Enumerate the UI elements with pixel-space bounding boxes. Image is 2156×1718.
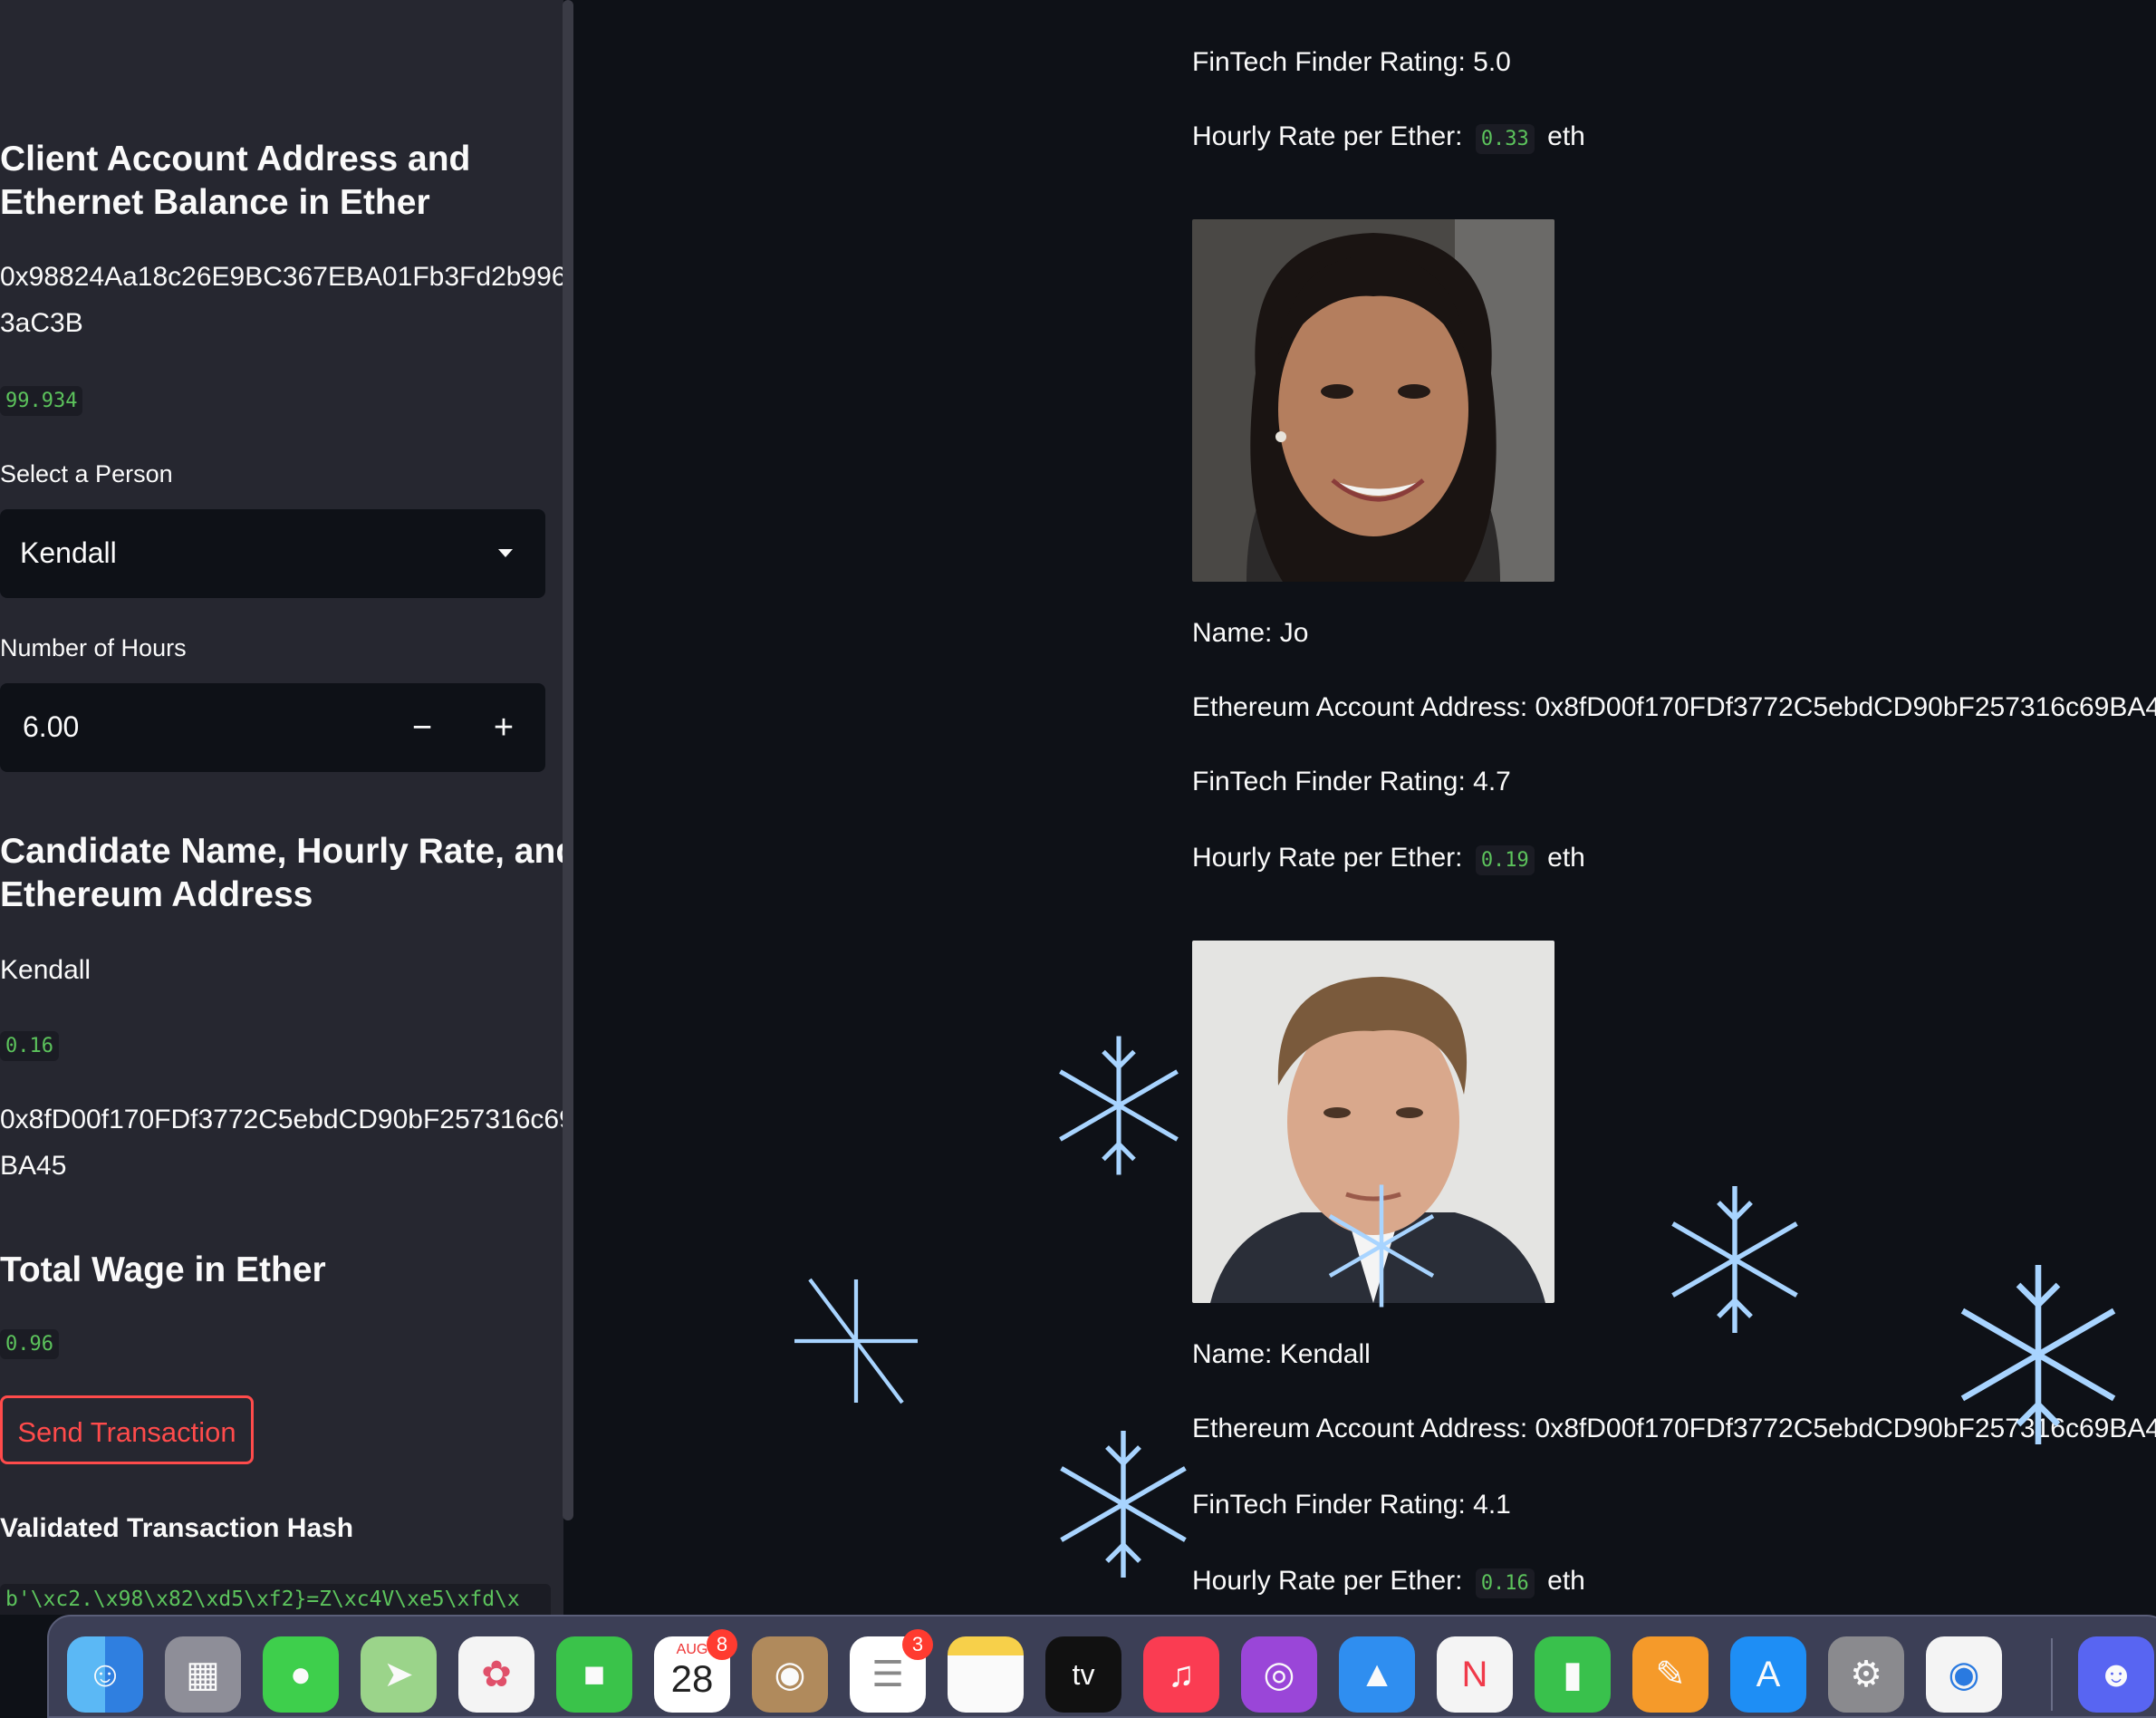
finder-icon[interactable]: ☺ — [67, 1636, 143, 1713]
rating-text: FinTech Finder Rating: 4.7 — [1192, 767, 1511, 796]
calendar-badge: 8 — [707, 1629, 737, 1660]
rate-label: Hourly Rate per Ether: — [1192, 121, 1463, 151]
rate-label: Hourly Rate per Ether: — [1192, 1566, 1463, 1596]
candidate-name-text: Name: Jo — [1192, 618, 1309, 648]
chrome-icon[interactable]: ◉ — [1926, 1636, 2002, 1713]
snowflake-icon — [794, 1278, 918, 1404]
reminders-icon[interactable]: ☰ 3 — [850, 1629, 933, 1713]
maps-icon[interactable]: ➤ — [361, 1636, 437, 1713]
numbers-icon[interactable]: ▮ — [1535, 1636, 1611, 1713]
heading-line: Client Account Address and — [0, 140, 471, 179]
hourly-rate-row: Hourly Rate per Ether: 0.19 eth — [1192, 843, 1585, 875]
apple-tv-icon[interactable]: tv — [1045, 1636, 1121, 1713]
send-transaction-button[interactable]: Send Transaction — [0, 1395, 254, 1464]
notes-icon[interactable] — [948, 1636, 1024, 1713]
snowflake-icon — [1059, 1036, 1179, 1175]
client-address: 0x98824Aa18c26E9BC367EBA01Fb3Fd2b9962 3a… — [0, 254, 563, 346]
heading-line: Ethereum Address — [0, 875, 313, 914]
rate-unit: eth — [1547, 1566, 1585, 1596]
transaction-hash: b'\xc2.\x98\x82\xd5\xf2}=Z\xc4V\xe5\xfd\… — [0, 1584, 551, 1615]
select-person-label: Select a Person — [0, 460, 173, 487]
calendar-icon[interactable]: AUG 28 8 — [654, 1629, 737, 1713]
address-line: 0x98824Aa18c26E9BC367EBA01Fb3Fd2b9962 — [0, 262, 563, 292]
discord-icon[interactable]: ☻ — [2078, 1636, 2154, 1713]
rating-text: FinTech Finder Rating: 5.0 — [1192, 47, 1511, 77]
hourly-rate-row: Hourly Rate per Ether: 0.33 eth — [1192, 121, 1585, 154]
balance-value: 99.934 — [0, 386, 83, 416]
snowflake-icon — [1328, 1184, 1435, 1308]
calendar-day: 28 — [670, 1657, 714, 1700]
rate-value: 0.16 — [1475, 1568, 1535, 1598]
candidate-rate: 0.16 — [0, 1031, 59, 1061]
launchpad-icon[interactable]: ▦ — [165, 1636, 241, 1713]
hours-input[interactable]: 6.00 − + — [0, 683, 545, 772]
decrement-button[interactable]: − — [380, 683, 464, 772]
app-store-icon[interactable]: A — [1730, 1636, 1806, 1713]
rate-unit: eth — [1547, 843, 1585, 873]
snowflake-icon — [1671, 1186, 1798, 1333]
system-preferences-icon[interactable]: ⚙ — [1828, 1636, 1904, 1713]
candidate-name-text: Name: Kendall — [1192, 1339, 1371, 1369]
music-icon[interactable]: ♫ — [1143, 1636, 1219, 1713]
macos-dock: ☺ ▦ ● ➤ ✿ ■ AUG 28 8 ◉ ☰ 3 tv ♫ ◎ ▲ N ▮ … — [47, 1615, 2156, 1718]
hash-label: Validated Transaction Hash — [0, 1513, 354, 1543]
photos-icon[interactable]: ✿ — [458, 1636, 534, 1713]
candidate-heading: Candidate Name, Hourly Rate, and Ethereu… — [0, 830, 563, 917]
rate-value: 0.19 — [1475, 845, 1535, 875]
total-wage-value: 0.96 — [0, 1329, 59, 1359]
rate-value: 0.33 — [1475, 124, 1535, 154]
selected-person: Kendall — [20, 536, 117, 569]
address-line: 3aC3B — [0, 308, 83, 338]
client-account-heading: Client Account Address and Ethernet Bala… — [0, 138, 553, 225]
select-person-dropdown[interactable]: Kendall — [0, 509, 545, 598]
messages-icon[interactable]: ● — [263, 1636, 339, 1713]
rate-unit: eth — [1547, 121, 1585, 151]
address-line: 0x8fD00f170FDf3772C5ebdCD90bF257316c69 — [0, 1105, 563, 1134]
increment-button[interactable]: + — [462, 683, 545, 772]
pages-icon[interactable]: ✎ — [1632, 1636, 1708, 1713]
chevron-down-icon — [498, 549, 513, 557]
snowflake-icon — [1960, 1265, 2116, 1444]
contacts-icon[interactable]: ◉ — [752, 1636, 828, 1713]
podcasts-icon[interactable]: ◎ — [1241, 1636, 1317, 1713]
facetime-icon[interactable]: ■ — [556, 1636, 632, 1713]
rate-label: Hourly Rate per Ether: — [1192, 843, 1463, 873]
heading-line: Candidate Name, Hourly Rate, and — [0, 832, 563, 871]
candidate-address-text: Ethereum Account Address: 0x8fD00f170FDf… — [1192, 692, 2156, 722]
candidate-photo-jo — [1192, 219, 1554, 582]
candidate-name: Kendall — [0, 955, 91, 985]
hourly-rate-row: Hourly Rate per Ether: 0.16 eth — [1192, 1566, 1585, 1598]
rating-text: FinTech Finder Rating: 4.1 — [1192, 1490, 1511, 1520]
heading-line: Ethernet Balance in Ether — [0, 183, 430, 222]
keynote-icon[interactable]: ▲ — [1339, 1636, 1415, 1713]
reminders-badge: 3 — [902, 1629, 933, 1660]
news-icon[interactable]: N — [1437, 1636, 1513, 1713]
address-line: BA45 — [0, 1151, 67, 1181]
hours-label: Number of Hours — [0, 634, 187, 661]
dock-separator — [2051, 1638, 2053, 1711]
hours-value[interactable]: 6.00 — [23, 710, 79, 744]
snowflake-icon — [1060, 1431, 1187, 1578]
sidebar: Client Account Address and Ethernet Bala… — [0, 0, 563, 1615]
total-wage-heading: Total Wage in Ether — [0, 1250, 326, 1289]
sidebar-scrollbar[interactable] — [563, 0, 573, 1520]
candidate-address: 0x8fD00f170FDf3772C5ebdCD90bF257316c69 B… — [0, 1096, 563, 1189]
